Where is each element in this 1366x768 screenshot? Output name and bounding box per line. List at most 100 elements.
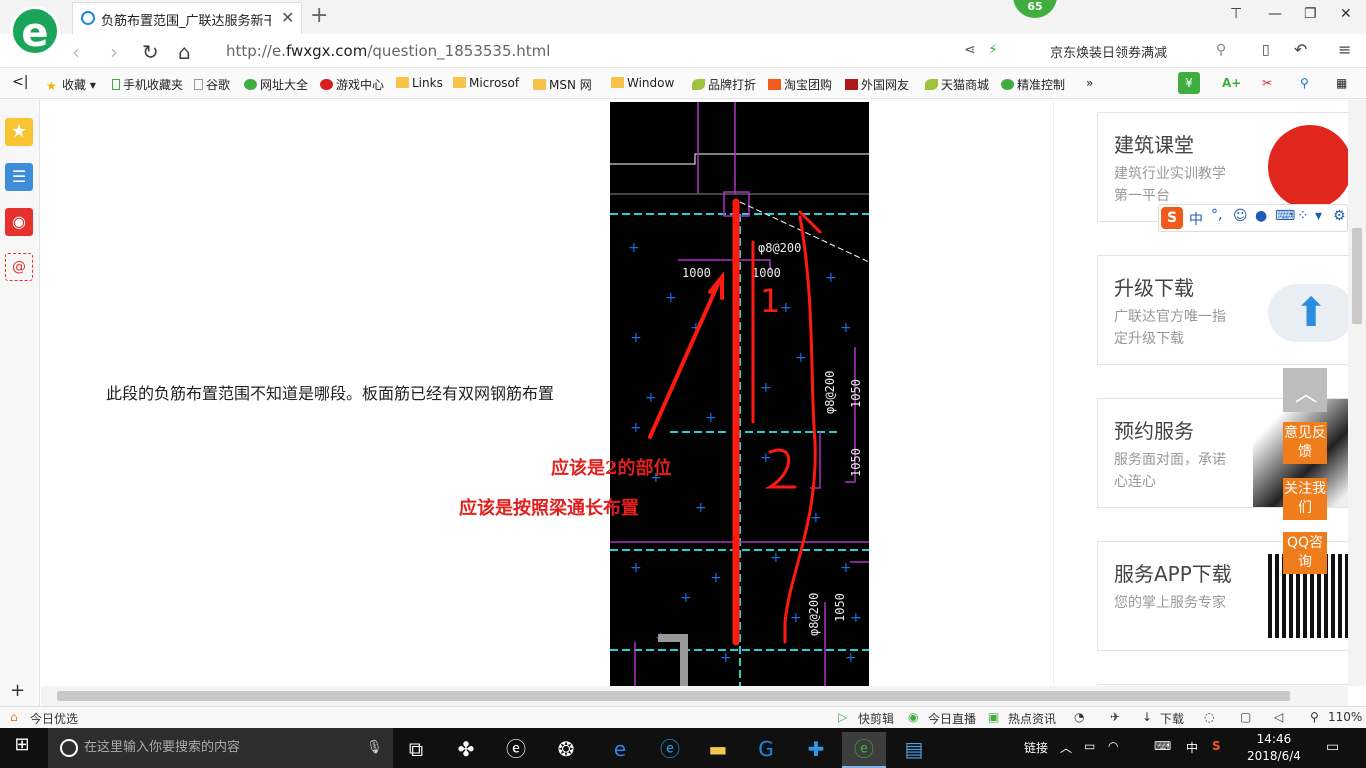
money-icon[interactable]: ¥ [1178,72,1200,94]
taskbar-search-input[interactable]: 在这里输入你要搜索的内容 🎙 [48,728,393,768]
browser-logo-icon[interactable]: e [10,6,60,56]
fav-item[interactable]: Window [611,76,674,90]
emoji-icon[interactable]: ☺ [1233,208,1248,224]
tray-up-icon[interactable]: ︿ [1060,739,1072,756]
tab-current[interactable]: 负筋布置范围_广联达服务新干线 ✕ [72,2,302,34]
weibo-icon[interactable]: ◉ [5,208,33,236]
undo-icon[interactable]: ↶ [1294,40,1307,59]
favorites-star-icon[interactable]: ★ [5,118,33,146]
app-calc-icon[interactable]: ▤ [892,732,936,768]
fav-item[interactable]: ★ 收藏 ▾ [46,76,96,93]
forward-icon[interactable]: › [110,40,118,64]
wifi-icon[interactable]: ◠ [1108,739,1118,753]
feedback-button[interactable]: 意见反馈 [1283,422,1327,464]
app-spiral-icon[interactable]: ❂ [544,732,588,768]
pin-icon[interactable]: ✈ [1110,710,1120,724]
scroll-thumb[interactable] [1352,228,1362,324]
scissors-icon[interactable]: ✂ [1262,76,1272,90]
share-icon[interactable]: ⋖ [964,42,976,58]
lightning-icon[interactable]: ⚡ [988,42,998,58]
ie-mode-icon[interactable]: ◌ [1204,710,1214,724]
link-label[interactable]: 链接 [1024,739,1048,756]
more-favorites-icon[interactable]: » [1086,76,1093,90]
collapse-sidebar-icon[interactable]: <| [12,74,28,90]
live-link[interactable]: 今日直播 [928,710,976,727]
fav-item[interactable]: MSN 网 [533,76,592,93]
refresh-icon[interactable]: ↻ [142,40,159,64]
minimize-icon[interactable]: — [1268,6,1282,22]
mic-icon[interactable]: ● [1255,208,1267,224]
skin-icon[interactable]: ▾ [1315,208,1322,224]
menu-icon[interactable]: ≡ [1338,40,1351,59]
ie-icon[interactable]: ⓔ [648,732,692,768]
vertical-scrollbar[interactable] [1348,100,1366,686]
card-upgrade-download[interactable]: 升级下载 广联达官方唯一指定升级下载 ⬆ [1097,255,1348,365]
ime-lang[interactable]: 中 [1189,209,1203,229]
new-tab-icon[interactable]: + [310,3,328,28]
search-suggestion[interactable]: 京东焕装日领券满减 [1050,42,1167,61]
wrench-icon[interactable]: ⚙ [1333,208,1346,224]
tools-icon[interactable]: ⁘ [1297,208,1309,224]
punct-icon[interactable]: °, [1211,207,1222,223]
task-view-icon[interactable]: ⧉ [394,732,438,768]
fav-item[interactable]: 品牌打折 [692,76,756,93]
qq-consult-button[interactable]: QQ咨询 [1283,532,1327,574]
mobile-icon[interactable]: ▯ [1262,42,1270,58]
apps-icon[interactable]: ▦ [1336,76,1347,90]
fav-item[interactable]: 网址大全 [244,76,308,93]
keyboard-icon[interactable]: ⌨ [1275,208,1295,224]
fav-item[interactable]: 谷歌 [194,76,230,93]
notification-center-icon[interactable]: ▭ [1326,739,1339,755]
download-link[interactable]: 下载 [1160,710,1184,727]
microphone-icon[interactable]: 🎙 [366,728,383,768]
sogou-icon[interactable]: S [1161,207,1183,229]
add-sidebar-icon[interactable]: + [10,680,25,701]
search-icon[interactable]: ⚲ [1216,42,1226,58]
magnifier-icon[interactable]: ⚲ [1300,76,1309,90]
fav-item[interactable]: Microsof [453,76,519,90]
close-tab-icon[interactable]: ✕ [281,8,294,27]
fav-item[interactable]: 手机收藏夹 [112,76,183,93]
speed-icon[interactable]: ◔ [1074,710,1084,724]
fav-item[interactable]: 天猫商城 [925,76,989,93]
zoom-icon[interactable]: ⚲ [1310,710,1319,724]
follow-us-button[interactable]: 关注我们 [1283,478,1327,520]
fav-item[interactable]: 游戏中心 [320,76,384,93]
zoom-level[interactable]: 110% [1328,710,1362,724]
translate-icon[interactable]: A+ [1222,76,1241,90]
browser-taskbar-icon[interactable]: ⓔ [842,732,886,768]
scroll-thumb[interactable] [57,691,1290,701]
app-g-icon[interactable]: G [744,732,788,768]
back-icon[interactable]: ‹ [72,40,80,64]
home-icon[interactable]: ⌂ [178,40,191,64]
fav-item[interactable]: Links [396,76,443,90]
mute-icon[interactable]: ◁ [1274,710,1283,724]
windows-start-icon[interactable]: ⊞ [0,728,44,764]
maximize-icon[interactable]: ❐ [1304,6,1317,22]
quick-edit-link[interactable]: 快剪辑 [858,710,894,727]
app-plus-icon[interactable]: ✚ [794,732,838,768]
window-icon[interactable]: ▢ [1240,710,1251,724]
ime-tray-label[interactable]: 中 [1186,739,1198,756]
file-explorer-icon[interactable]: ▬ [696,732,740,768]
notification-badge[interactable]: 65 [1013,0,1057,18]
fav-item[interactable]: 精准控制 [1001,76,1065,93]
close-window-icon[interactable]: ✕ [1340,6,1352,22]
sogou-tray-icon[interactable]: S [1212,739,1221,753]
reader-icon[interactable]: ☰ [5,163,33,191]
horizontal-scrollbar[interactable] [41,686,1348,706]
battery-icon[interactable]: ▭ [1084,739,1095,753]
shirt-icon[interactable]: ⊤ [1230,6,1242,22]
fav-item[interactable]: 淘宝团购 [768,76,832,93]
keyboard-tray-icon[interactable]: ⌨ [1154,739,1171,753]
today-picks-link[interactable]: 今日优选 [30,710,78,727]
mail-icon[interactable]: @ [5,253,33,281]
clock[interactable]: 14:46 2018/6/4 [1247,731,1301,765]
app-fan-icon[interactable]: ✤ [444,732,488,768]
app-e-icon[interactable]: ⓔ [494,732,538,768]
hot-news-link[interactable]: 热点资讯 [1008,710,1056,727]
fav-item[interactable]: 外国网友 [845,76,909,93]
back-to-top-button[interactable]: ︿ [1283,368,1327,412]
edge-icon[interactable]: e [598,732,642,768]
ime-toolbar[interactable]: S 中 °, ☺ ● ⌨ ⁘ ▾ ⚙ [1158,204,1348,232]
